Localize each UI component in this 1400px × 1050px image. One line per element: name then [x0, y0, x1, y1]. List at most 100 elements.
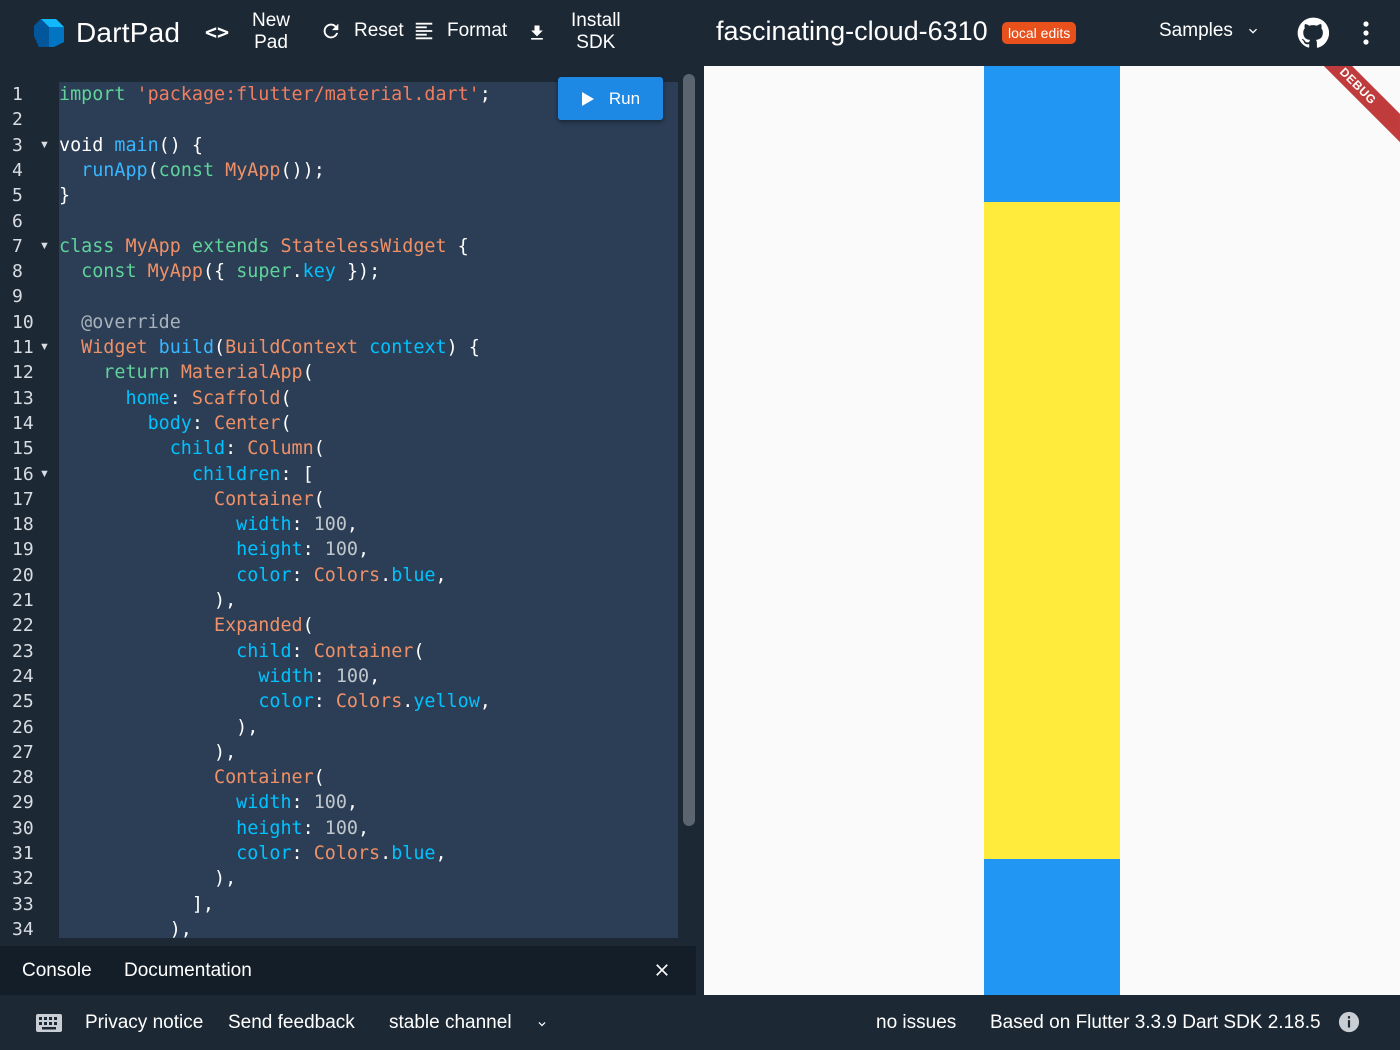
code-line[interactable]: return MaterialApp( — [59, 360, 313, 385]
code-line[interactable]: child: Column( — [59, 436, 325, 461]
code-token: : — [169, 387, 192, 409]
code-editor[interactable]: 1 import 'package:flutter/material.dart';… — [0, 66, 696, 938]
code-token: : — [225, 438, 248, 460]
line-number: 33 — [12, 893, 34, 915]
send-feedback-link[interactable]: Send feedback — [228, 1012, 355, 1034]
privacy-notice-link[interactable]: Privacy notice — [85, 1012, 203, 1034]
install-label-line1: Install — [571, 10, 621, 31]
code-token: , — [479, 691, 491, 713]
code-token: color — [236, 564, 292, 586]
code-line[interactable]: @override — [59, 310, 181, 335]
tab-documentation[interactable]: Documentation — [124, 960, 252, 982]
fold-toggle-icon[interactable]: ▼ — [39, 335, 51, 360]
reset-button[interactable]: Reset — [320, 20, 404, 42]
code-token: width — [236, 514, 292, 536]
code-line[interactable]: ), — [59, 715, 258, 740]
line-number: 8 — [12, 261, 23, 283]
panel-divider[interactable] — [696, 66, 704, 995]
fold-toggle-icon[interactable]: ▼ — [39, 462, 51, 487]
editor-scrollbar-thumb[interactable] — [683, 74, 695, 826]
code-token: ({ — [202, 261, 237, 283]
more-menu-button[interactable] — [1356, 18, 1376, 48]
code-token: ), — [59, 918, 192, 938]
code-token: const — [158, 159, 215, 181]
code-line[interactable]: const MyApp({ super.key }); — [59, 259, 380, 284]
code-line[interactable]: void main() { — [59, 133, 203, 158]
code-line[interactable]: width: 100, — [59, 790, 358, 815]
keyboard-shortcuts-button[interactable] — [35, 1013, 63, 1039]
channel-chevron-down-icon[interactable] — [535, 1015, 549, 1037]
samples-label: Samples — [1159, 20, 1233, 41]
app-preview[interactable]: DEBUG — [704, 66, 1400, 995]
issues-status[interactable]: no issues — [876, 1012, 956, 1034]
code-line[interactable]: } — [59, 183, 70, 208]
code-line[interactable]: Container( — [59, 765, 325, 790]
line-number: 4 — [12, 159, 23, 181]
embed-button[interactable]: <> — [205, 20, 229, 44]
code-line[interactable]: color: Colors.blue, — [59, 563, 446, 588]
code-token: height — [236, 817, 303, 839]
code-line[interactable]: height: 100, — [59, 816, 369, 841]
code-line[interactable]: runApp(const MyApp()); — [59, 158, 325, 183]
chevron-down-icon — [1248, 28, 1257, 34]
code-token: Container — [214, 767, 314, 789]
github-button[interactable] — [1297, 17, 1329, 49]
code-line[interactable]: class MyApp extends StatelessWidget { — [59, 234, 469, 259]
code-line[interactable]: body: Center( — [59, 411, 292, 436]
fold-toggle-icon[interactable]: ▼ — [39, 133, 51, 158]
app-header: DartPad <> New Pad Reset Format Install … — [0, 0, 1400, 66]
code-brackets-icon: <> — [205, 20, 230, 44]
code-token: ; — [479, 84, 491, 105]
channel-selector[interactable]: stable channel — [389, 1012, 512, 1034]
code-line[interactable]: width: 100, — [59, 664, 380, 689]
code-token: ( — [280, 387, 292, 409]
fold-toggle-icon[interactable]: ▼ — [39, 234, 51, 259]
samples-dropdown[interactable]: Samples — [1159, 20, 1261, 42]
install-sdk-button[interactable]: Install SDK — [571, 10, 621, 54]
code-line[interactable]: Container( — [59, 487, 325, 512]
close-panel-button[interactable] — [652, 960, 672, 985]
code-line[interactable]: child: Container( — [59, 639, 424, 664]
format-align-icon — [415, 22, 433, 40]
code-line[interactable]: home: Scaffold( — [59, 386, 292, 411]
code-line[interactable]: ], — [59, 892, 214, 917]
code-line[interactable]: Expanded( — [59, 613, 314, 638]
line-number: 27 — [12, 741, 34, 763]
info-button[interactable] — [1338, 1011, 1360, 1039]
code-line[interactable]: ), — [59, 740, 236, 765]
code-line[interactable]: ), — [59, 588, 236, 613]
code-line[interactable]: width: 100, — [59, 512, 358, 537]
line-number: 5 — [12, 185, 23, 207]
code-token: height — [236, 539, 303, 561]
code-token: child — [236, 640, 292, 662]
code-line[interactable]: color: Colors.yellow, — [59, 689, 491, 714]
line-number: 34 — [12, 918, 34, 938]
code-token: : [ — [280, 463, 314, 485]
code-token: ], — [59, 893, 215, 915]
code-line[interactable]: Widget build(BuildContext context) { — [59, 335, 480, 360]
code-line[interactable]: ), — [59, 917, 192, 938]
code-line[interactable]: color: Colors.blue, — [59, 841, 446, 866]
code-token: runApp — [81, 159, 148, 181]
code-line[interactable]: height: 100, — [59, 537, 369, 562]
dartpad-logo[interactable]: DartPad — [32, 14, 180, 52]
code-line[interactable]: children: [ — [59, 462, 314, 487]
tab-console[interactable]: Console — [22, 960, 92, 982]
format-button[interactable]: Format — [413, 20, 507, 42]
install-icon-button[interactable] — [527, 22, 559, 44]
yellow-expanded-container — [984, 202, 1120, 859]
code-line[interactable]: import 'package:flutter/material.dart'; — [59, 82, 491, 107]
code-token: Column — [247, 438, 314, 460]
code-token: ( — [147, 159, 159, 181]
line-number: 25 — [12, 691, 34, 713]
code-token: ( — [280, 412, 292, 434]
pad-title[interactable]: fascinating-cloud-6310 — [716, 16, 988, 47]
run-button[interactable]: Run — [558, 77, 663, 120]
new-pad-button[interactable]: New Pad — [252, 10, 290, 54]
code-token: StatelessWidget — [280, 235, 447, 257]
code-line[interactable]: ), — [59, 866, 236, 891]
